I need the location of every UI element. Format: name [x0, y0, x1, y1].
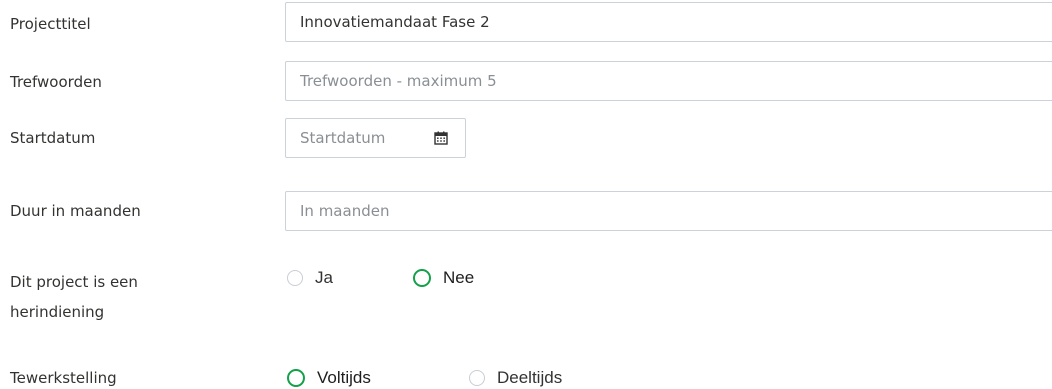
project-title-label: Projecttitel	[10, 15, 91, 33]
duration-placeholder: In maanden	[300, 202, 390, 220]
resubmission-label-line2: herindiening	[10, 303, 105, 321]
resubmission-option-ja-label: Ja	[315, 268, 333, 287]
resubmission-radio-group: Ja Nee	[287, 268, 474, 288]
employment-option-deeltijds[interactable]: Deeltijds	[469, 368, 562, 388]
duration-label: Duur in maanden	[10, 202, 141, 220]
project-form: Projecttitel Innovatiemandaat Fase 2 Tre…	[0, 0, 1052, 389]
project-title-value: Innovatiemandaat Fase 2	[300, 13, 490, 31]
resubmission-option-ja[interactable]: Ja	[287, 268, 413, 288]
employment-label: Tewerkstelling	[10, 369, 117, 387]
keywords-label: Trefwoorden	[10, 73, 102, 91]
radio-checked-icon	[287, 369, 305, 387]
start-date-input[interactable]: Startdatum	[285, 118, 466, 158]
employment-option-deeltijds-label: Deeltijds	[497, 368, 563, 387]
duration-input[interactable]: In maanden	[285, 191, 1052, 231]
project-title-input[interactable]: Innovatiemandaat Fase 2	[285, 2, 1052, 42]
calendar-icon[interactable]	[431, 128, 451, 148]
employment-option-voltijds[interactable]: Voltijds	[287, 368, 469, 388]
resubmission-label-line1: Dit project is een	[10, 273, 138, 291]
radio-unchecked-icon	[469, 370, 485, 386]
employment-option-voltijds-label: Voltijds	[317, 368, 371, 387]
resubmission-option-nee[interactable]: Nee	[413, 268, 474, 288]
radio-unchecked-icon	[287, 270, 303, 286]
radio-checked-icon	[413, 269, 431, 287]
keywords-input[interactable]: Trefwoorden - maximum 5	[285, 61, 1052, 101]
start-date-label: Startdatum	[10, 129, 96, 147]
keywords-placeholder: Trefwoorden - maximum 5	[300, 72, 497, 90]
resubmission-label: Dit project is een herindiening	[10, 267, 200, 327]
employment-radio-group: Voltijds Deeltijds	[287, 368, 562, 388]
start-date-placeholder: Startdatum	[300, 129, 386, 147]
resubmission-option-nee-label: Nee	[443, 268, 475, 287]
